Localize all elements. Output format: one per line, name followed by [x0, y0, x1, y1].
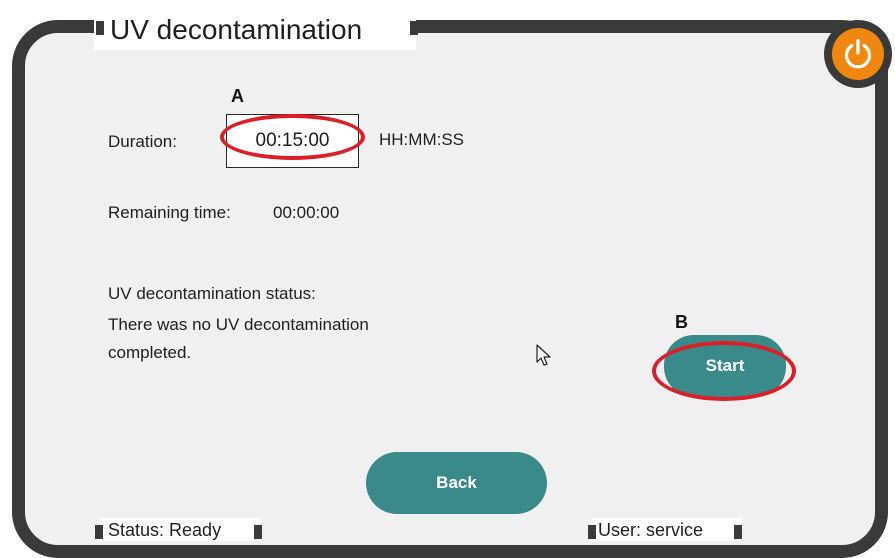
uv-status-heading: UV decontamination status:: [108, 284, 316, 303]
footer-cap-right-a: [588, 525, 596, 539]
footer-cap-left-b: [254, 525, 262, 539]
mouse-cursor-icon: [536, 344, 551, 366]
duration-label: Duration:: [108, 132, 177, 151]
duration-input[interactable]: [227, 115, 358, 167]
duration-field[interactable]: [226, 114, 359, 168]
user-text: User: service: [598, 520, 704, 540]
marker-a: A: [231, 86, 244, 106]
remaining-value: 00:00:00: [273, 203, 340, 222]
remaining-label: Remaining time:: [108, 203, 231, 222]
marker-b: B: [675, 312, 688, 332]
title-cap-left: [96, 21, 104, 35]
footer-cap-left-a: [95, 525, 103, 539]
title-cap-right: [410, 21, 418, 35]
status-text: Status: Ready: [108, 520, 222, 540]
power-button[interactable]: [824, 20, 892, 88]
duration-unit: HH:MM:SS: [379, 130, 464, 149]
power-icon: [844, 38, 872, 69]
uv-status-line2: completed.: [108, 343, 192, 362]
uv-status-line1: There was no UV decontamination: [108, 315, 369, 334]
window-title: UV decontamination: [110, 14, 363, 45]
back-button[interactable]: Back: [366, 452, 547, 514]
start-button[interactable]: Start: [664, 335, 786, 397]
footer-cap-right-b: [734, 525, 742, 539]
power-button-face[interactable]: [832, 28, 884, 80]
